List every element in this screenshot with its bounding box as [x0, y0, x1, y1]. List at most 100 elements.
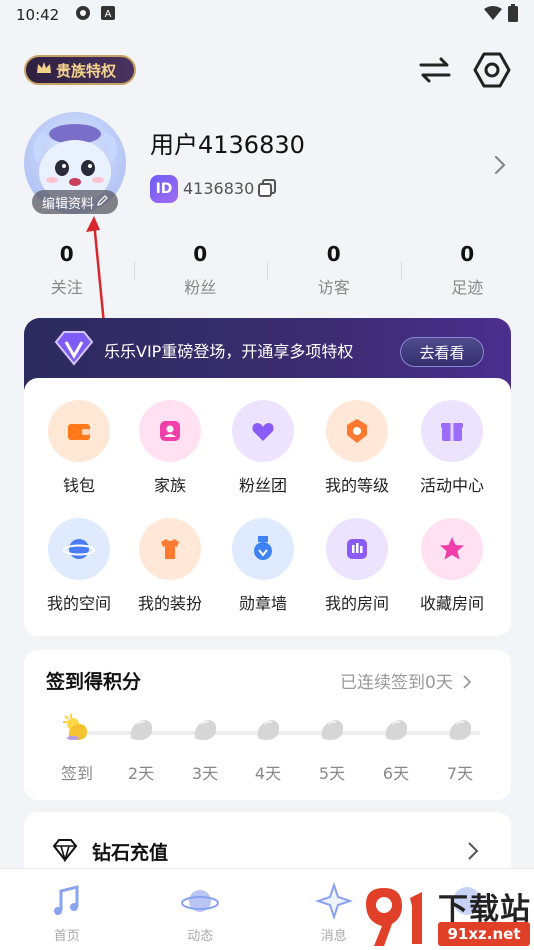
diamond-title: 钻石充值: [92, 842, 169, 864]
stat-value: 0: [193, 242, 208, 266]
nav-label: 首页: [53, 929, 80, 944]
signin-day: 3天: [175, 712, 235, 784]
battery-icon: [508, 4, 518, 26]
signin-day-label: 2天: [127, 764, 155, 783]
nav-home[interactable]: 首页: [0, 869, 134, 950]
feature-label: 我的空间: [46, 594, 111, 613]
bean-icon: [316, 712, 348, 744]
feature-label: 我的房间: [324, 594, 389, 613]
hexagon-settings-icon[interactable]: [472, 50, 512, 90]
heart-icon: [232, 400, 294, 462]
signin-day: 2天: [111, 712, 171, 784]
signin-day: 6天: [366, 712, 426, 784]
edit-profile-button[interactable]: 编辑资料: [32, 190, 118, 214]
feature-shirt[interactable]: 我的装扮: [125, 518, 215, 614]
user-id-value: 4136830: [183, 179, 255, 198]
bean-icon: [380, 712, 412, 744]
signin-status-link[interactable]: 已连续签到0天: [340, 668, 472, 693]
feature-gift[interactable]: 活动中心: [407, 400, 497, 496]
signin-today[interactable]: 签到: [47, 712, 107, 784]
signin-day-label: 5天: [318, 764, 346, 783]
signin-day-label: 6天: [382, 764, 410, 783]
nav-label: 消息: [320, 929, 347, 944]
bean-icon: [252, 712, 284, 744]
diamond-icon: [52, 838, 78, 863]
chevron-right-icon[interactable]: [490, 150, 510, 180]
svg-text:A: A: [105, 9, 112, 20]
sun-moon-icon: [61, 712, 93, 744]
planet-icon: [48, 518, 110, 580]
copy-icon[interactable]: [257, 178, 277, 198]
wallet-icon: [48, 400, 110, 462]
signin-day-label: 3天: [191, 764, 219, 783]
family-icon: [139, 400, 201, 462]
stat-value: 0: [460, 242, 475, 266]
stat-footprints[interactable]: 0 足迹: [400, 242, 534, 302]
feature-room[interactable]: 我的房间: [312, 518, 402, 614]
vip-banner-text: 乐乐VIP重磅登场，开通享多项特权: [104, 342, 354, 361]
vip-see-button[interactable]: 去看看: [400, 337, 484, 367]
edit-profile-label: 编辑资料: [41, 196, 94, 212]
stat-label: 访客: [317, 278, 350, 297]
signin-title: 签到得积分: [46, 671, 142, 693]
signin-day-label: 签到: [60, 764, 93, 783]
bean-icon: [189, 712, 221, 744]
feature-label: 我的等级: [324, 476, 389, 495]
feature-label: 粉丝团: [238, 476, 287, 495]
room-icon: [326, 518, 388, 580]
feature-label: 家族: [153, 476, 186, 495]
star-icon: [421, 518, 483, 580]
nav-label: 动态: [187, 929, 214, 944]
nav-feed[interactable]: 动态: [134, 869, 268, 950]
username: 用户4136830: [150, 131, 305, 159]
ring-icon: [75, 5, 91, 25]
stat-label: 粉丝: [184, 278, 217, 297]
stat-fans[interactable]: 0 粉丝: [133, 242, 268, 302]
feature-family[interactable]: 家族: [125, 400, 215, 496]
status-time: 10:42: [16, 6, 60, 24]
stat-label: 足迹: [451, 278, 484, 297]
stat-label: 关注: [50, 278, 83, 297]
noble-badge-label: 贵族特权: [56, 61, 117, 80]
a-icon: A: [101, 6, 116, 24]
id-badge: ID: [150, 175, 178, 203]
crown-icon: [36, 61, 52, 79]
wifi-icon: [484, 6, 502, 24]
status-bar: 10:42 A: [0, 0, 534, 30]
feature-label: 收藏房间: [419, 594, 484, 613]
stat-value: 0: [59, 242, 74, 266]
signin-status-text: 已连续签到0天: [340, 673, 453, 693]
feature-label: 勋章墙: [238, 594, 287, 613]
medal-icon: [232, 518, 294, 580]
stat-value: 0: [326, 242, 341, 266]
switch-arrows-icon[interactable]: [415, 50, 455, 90]
feature-label: 钱包: [62, 476, 95, 495]
pencil-icon: [97, 194, 108, 210]
gift-icon: [421, 400, 483, 462]
feature-planet[interactable]: 我的空间: [34, 518, 124, 614]
level-badge-icon: [326, 400, 388, 462]
signin-day-label: 7天: [446, 764, 474, 783]
signin-day: 5天: [302, 712, 362, 784]
watermark-url: 91xz.net: [438, 922, 530, 946]
bean-icon: [125, 712, 157, 744]
noble-privilege-badge[interactable]: 贵族特权: [24, 55, 136, 85]
stat-visitors[interactable]: 0 访客: [267, 242, 401, 302]
bean-icon: [444, 712, 476, 744]
signin-day: 4天: [238, 712, 298, 784]
signin-day: 7天: [430, 712, 490, 784]
feature-heart[interactable]: 粉丝团: [218, 400, 308, 496]
shirt-icon: [139, 518, 201, 580]
vip-diamond-icon: [52, 330, 96, 366]
annotation-arrow: [86, 216, 106, 325]
feature-medal[interactable]: 勋章墙: [218, 518, 308, 614]
music-note-icon: [47, 881, 87, 921]
chevron-right-icon: [463, 675, 472, 689]
chevron-right-icon[interactable]: [466, 840, 480, 862]
feature-label: 活动中心: [419, 476, 484, 495]
feature-wallet[interactable]: 钱包: [34, 400, 124, 496]
feature-star[interactable]: 收藏房间: [407, 518, 497, 614]
feature-level-badge[interactable]: 我的等级: [312, 400, 402, 496]
signin-day-label: 4天: [254, 764, 282, 783]
feature-label: 我的装扮: [137, 594, 202, 613]
